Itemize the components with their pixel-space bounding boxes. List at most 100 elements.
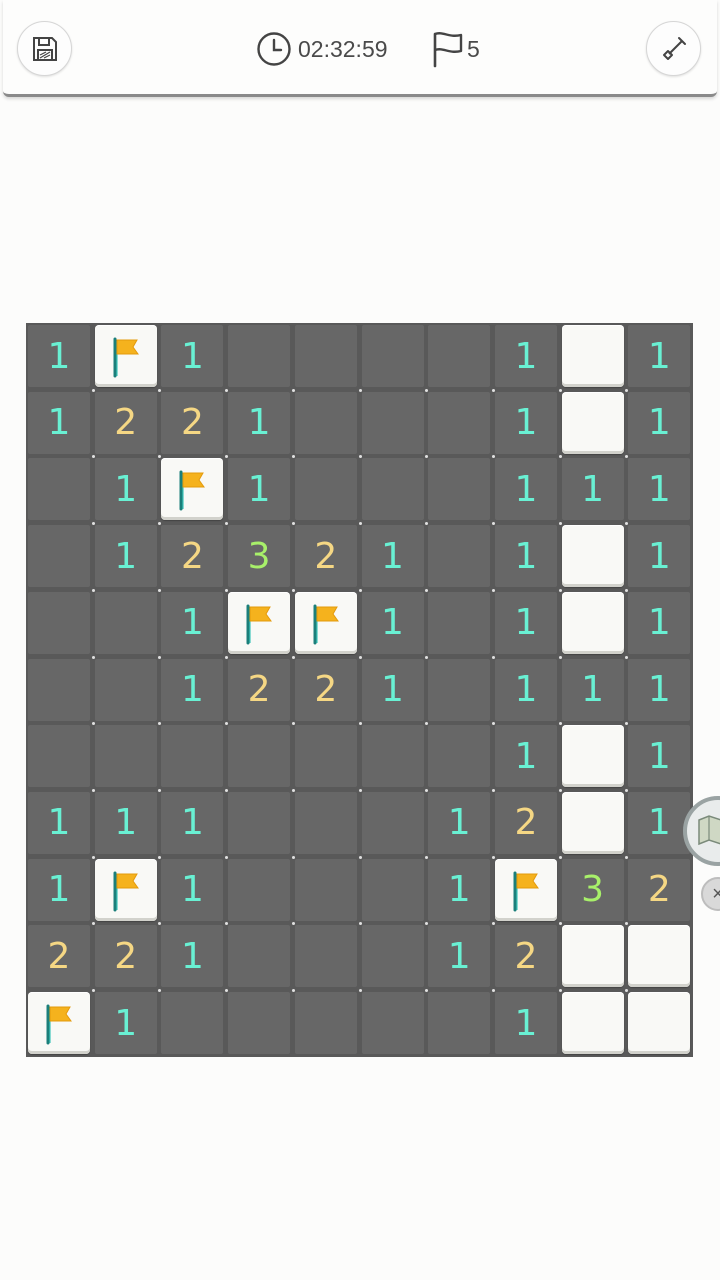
number-cell[interactable]: 1 bbox=[628, 525, 691, 588]
empty-cell[interactable] bbox=[361, 992, 424, 1054]
flagged-cell[interactable] bbox=[228, 591, 291, 654]
number-cell[interactable]: 1 bbox=[628, 791, 691, 854]
number-cell[interactable]: 1 bbox=[494, 725, 557, 788]
number-cell[interactable]: 1 bbox=[428, 791, 491, 854]
empty-cell[interactable] bbox=[428, 725, 491, 788]
number-cell[interactable]: 1 bbox=[628, 591, 691, 654]
empty-cell[interactable] bbox=[294, 458, 357, 521]
empty-cell[interactable] bbox=[294, 791, 357, 854]
number-cell[interactable]: 2 bbox=[494, 925, 557, 988]
side-widget-close-button[interactable]: × bbox=[701, 877, 720, 911]
number-cell[interactable]: 1 bbox=[428, 925, 491, 988]
number-cell[interactable]: 2 bbox=[28, 925, 90, 988]
empty-cell[interactable] bbox=[28, 591, 90, 654]
number-cell[interactable]: 1 bbox=[28, 325, 90, 387]
empty-cell[interactable] bbox=[361, 325, 424, 387]
save-button[interactable] bbox=[17, 21, 72, 76]
number-cell[interactable]: 1 bbox=[161, 658, 224, 721]
empty-cell[interactable] bbox=[361, 925, 424, 988]
flagged-cell[interactable] bbox=[94, 325, 157, 387]
empty-cell[interactable] bbox=[28, 458, 90, 521]
number-cell[interactable]: 1 bbox=[28, 391, 90, 454]
empty-cell[interactable] bbox=[428, 458, 491, 521]
flagged-cell[interactable] bbox=[294, 591, 357, 654]
covered-cell[interactable] bbox=[561, 992, 624, 1054]
empty-cell[interactable] bbox=[294, 725, 357, 788]
number-cell[interactable]: 1 bbox=[628, 658, 691, 721]
empty-cell[interactable] bbox=[228, 925, 291, 988]
covered-cell[interactable] bbox=[561, 725, 624, 788]
empty-cell[interactable] bbox=[294, 325, 357, 387]
number-cell[interactable]: 3 bbox=[228, 525, 291, 588]
number-cell[interactable]: 1 bbox=[161, 325, 224, 387]
empty-cell[interactable] bbox=[161, 725, 224, 788]
covered-cell[interactable] bbox=[561, 525, 624, 588]
empty-cell[interactable] bbox=[94, 591, 157, 654]
empty-cell[interactable] bbox=[361, 858, 424, 921]
empty-cell[interactable] bbox=[361, 791, 424, 854]
number-cell[interactable]: 1 bbox=[494, 391, 557, 454]
covered-cell[interactable] bbox=[561, 591, 624, 654]
number-cell[interactable]: 1 bbox=[494, 325, 557, 387]
number-cell[interactable]: 2 bbox=[294, 658, 357, 721]
empty-cell[interactable] bbox=[228, 791, 291, 854]
empty-cell[interactable] bbox=[228, 725, 291, 788]
covered-cell[interactable] bbox=[628, 925, 691, 988]
number-cell[interactable]: 1 bbox=[228, 458, 291, 521]
covered-cell[interactable] bbox=[628, 992, 691, 1054]
empty-cell[interactable] bbox=[94, 658, 157, 721]
empty-cell[interactable] bbox=[294, 925, 357, 988]
number-cell[interactable]: 2 bbox=[294, 525, 357, 588]
covered-cell[interactable] bbox=[561, 391, 624, 454]
empty-cell[interactable] bbox=[161, 992, 224, 1054]
number-cell[interactable]: 1 bbox=[94, 458, 157, 521]
number-cell[interactable]: 1 bbox=[494, 458, 557, 521]
empty-cell[interactable] bbox=[294, 992, 357, 1054]
empty-cell[interactable] bbox=[428, 658, 491, 721]
flagged-cell[interactable] bbox=[94, 858, 157, 921]
number-cell[interactable]: 1 bbox=[628, 325, 691, 387]
number-cell[interactable]: 1 bbox=[28, 858, 90, 921]
number-cell[interactable]: 1 bbox=[494, 658, 557, 721]
empty-cell[interactable] bbox=[361, 458, 424, 521]
number-cell[interactable]: 1 bbox=[628, 725, 691, 788]
empty-cell[interactable] bbox=[228, 858, 291, 921]
empty-cell[interactable] bbox=[361, 391, 424, 454]
number-cell[interactable]: 2 bbox=[161, 525, 224, 588]
number-cell[interactable]: 2 bbox=[161, 391, 224, 454]
flagged-cell[interactable] bbox=[161, 458, 224, 521]
number-cell[interactable]: 1 bbox=[361, 591, 424, 654]
number-cell[interactable]: 1 bbox=[161, 791, 224, 854]
flagged-cell[interactable] bbox=[494, 858, 557, 921]
number-cell[interactable]: 1 bbox=[628, 458, 691, 521]
number-cell[interactable]: 2 bbox=[628, 858, 691, 921]
covered-cell[interactable] bbox=[561, 925, 624, 988]
number-cell[interactable]: 1 bbox=[94, 791, 157, 854]
number-cell[interactable]: 1 bbox=[94, 525, 157, 588]
number-cell[interactable]: 2 bbox=[228, 658, 291, 721]
number-cell[interactable]: 1 bbox=[28, 791, 90, 854]
empty-cell[interactable] bbox=[428, 992, 491, 1054]
empty-cell[interactable] bbox=[428, 391, 491, 454]
empty-cell[interactable] bbox=[28, 525, 90, 588]
number-cell[interactable]: 1 bbox=[561, 458, 624, 521]
empty-cell[interactable] bbox=[228, 992, 291, 1054]
number-cell[interactable]: 1 bbox=[228, 391, 291, 454]
number-cell[interactable]: 1 bbox=[161, 925, 224, 988]
number-cell[interactable]: 1 bbox=[161, 858, 224, 921]
empty-cell[interactable] bbox=[428, 525, 491, 588]
empty-cell[interactable] bbox=[28, 658, 90, 721]
number-cell[interactable]: 1 bbox=[561, 658, 624, 721]
number-cell[interactable]: 1 bbox=[628, 391, 691, 454]
empty-cell[interactable] bbox=[428, 591, 491, 654]
number-cell[interactable]: 1 bbox=[494, 992, 557, 1054]
covered-cell[interactable] bbox=[561, 325, 624, 387]
empty-cell[interactable] bbox=[361, 725, 424, 788]
number-cell[interactable]: 1 bbox=[494, 591, 557, 654]
number-cell[interactable]: 1 bbox=[361, 658, 424, 721]
empty-cell[interactable] bbox=[228, 325, 291, 387]
empty-cell[interactable] bbox=[294, 391, 357, 454]
number-cell[interactable]: 1 bbox=[494, 525, 557, 588]
empty-cell[interactable] bbox=[94, 725, 157, 788]
number-cell[interactable]: 3 bbox=[561, 858, 624, 921]
